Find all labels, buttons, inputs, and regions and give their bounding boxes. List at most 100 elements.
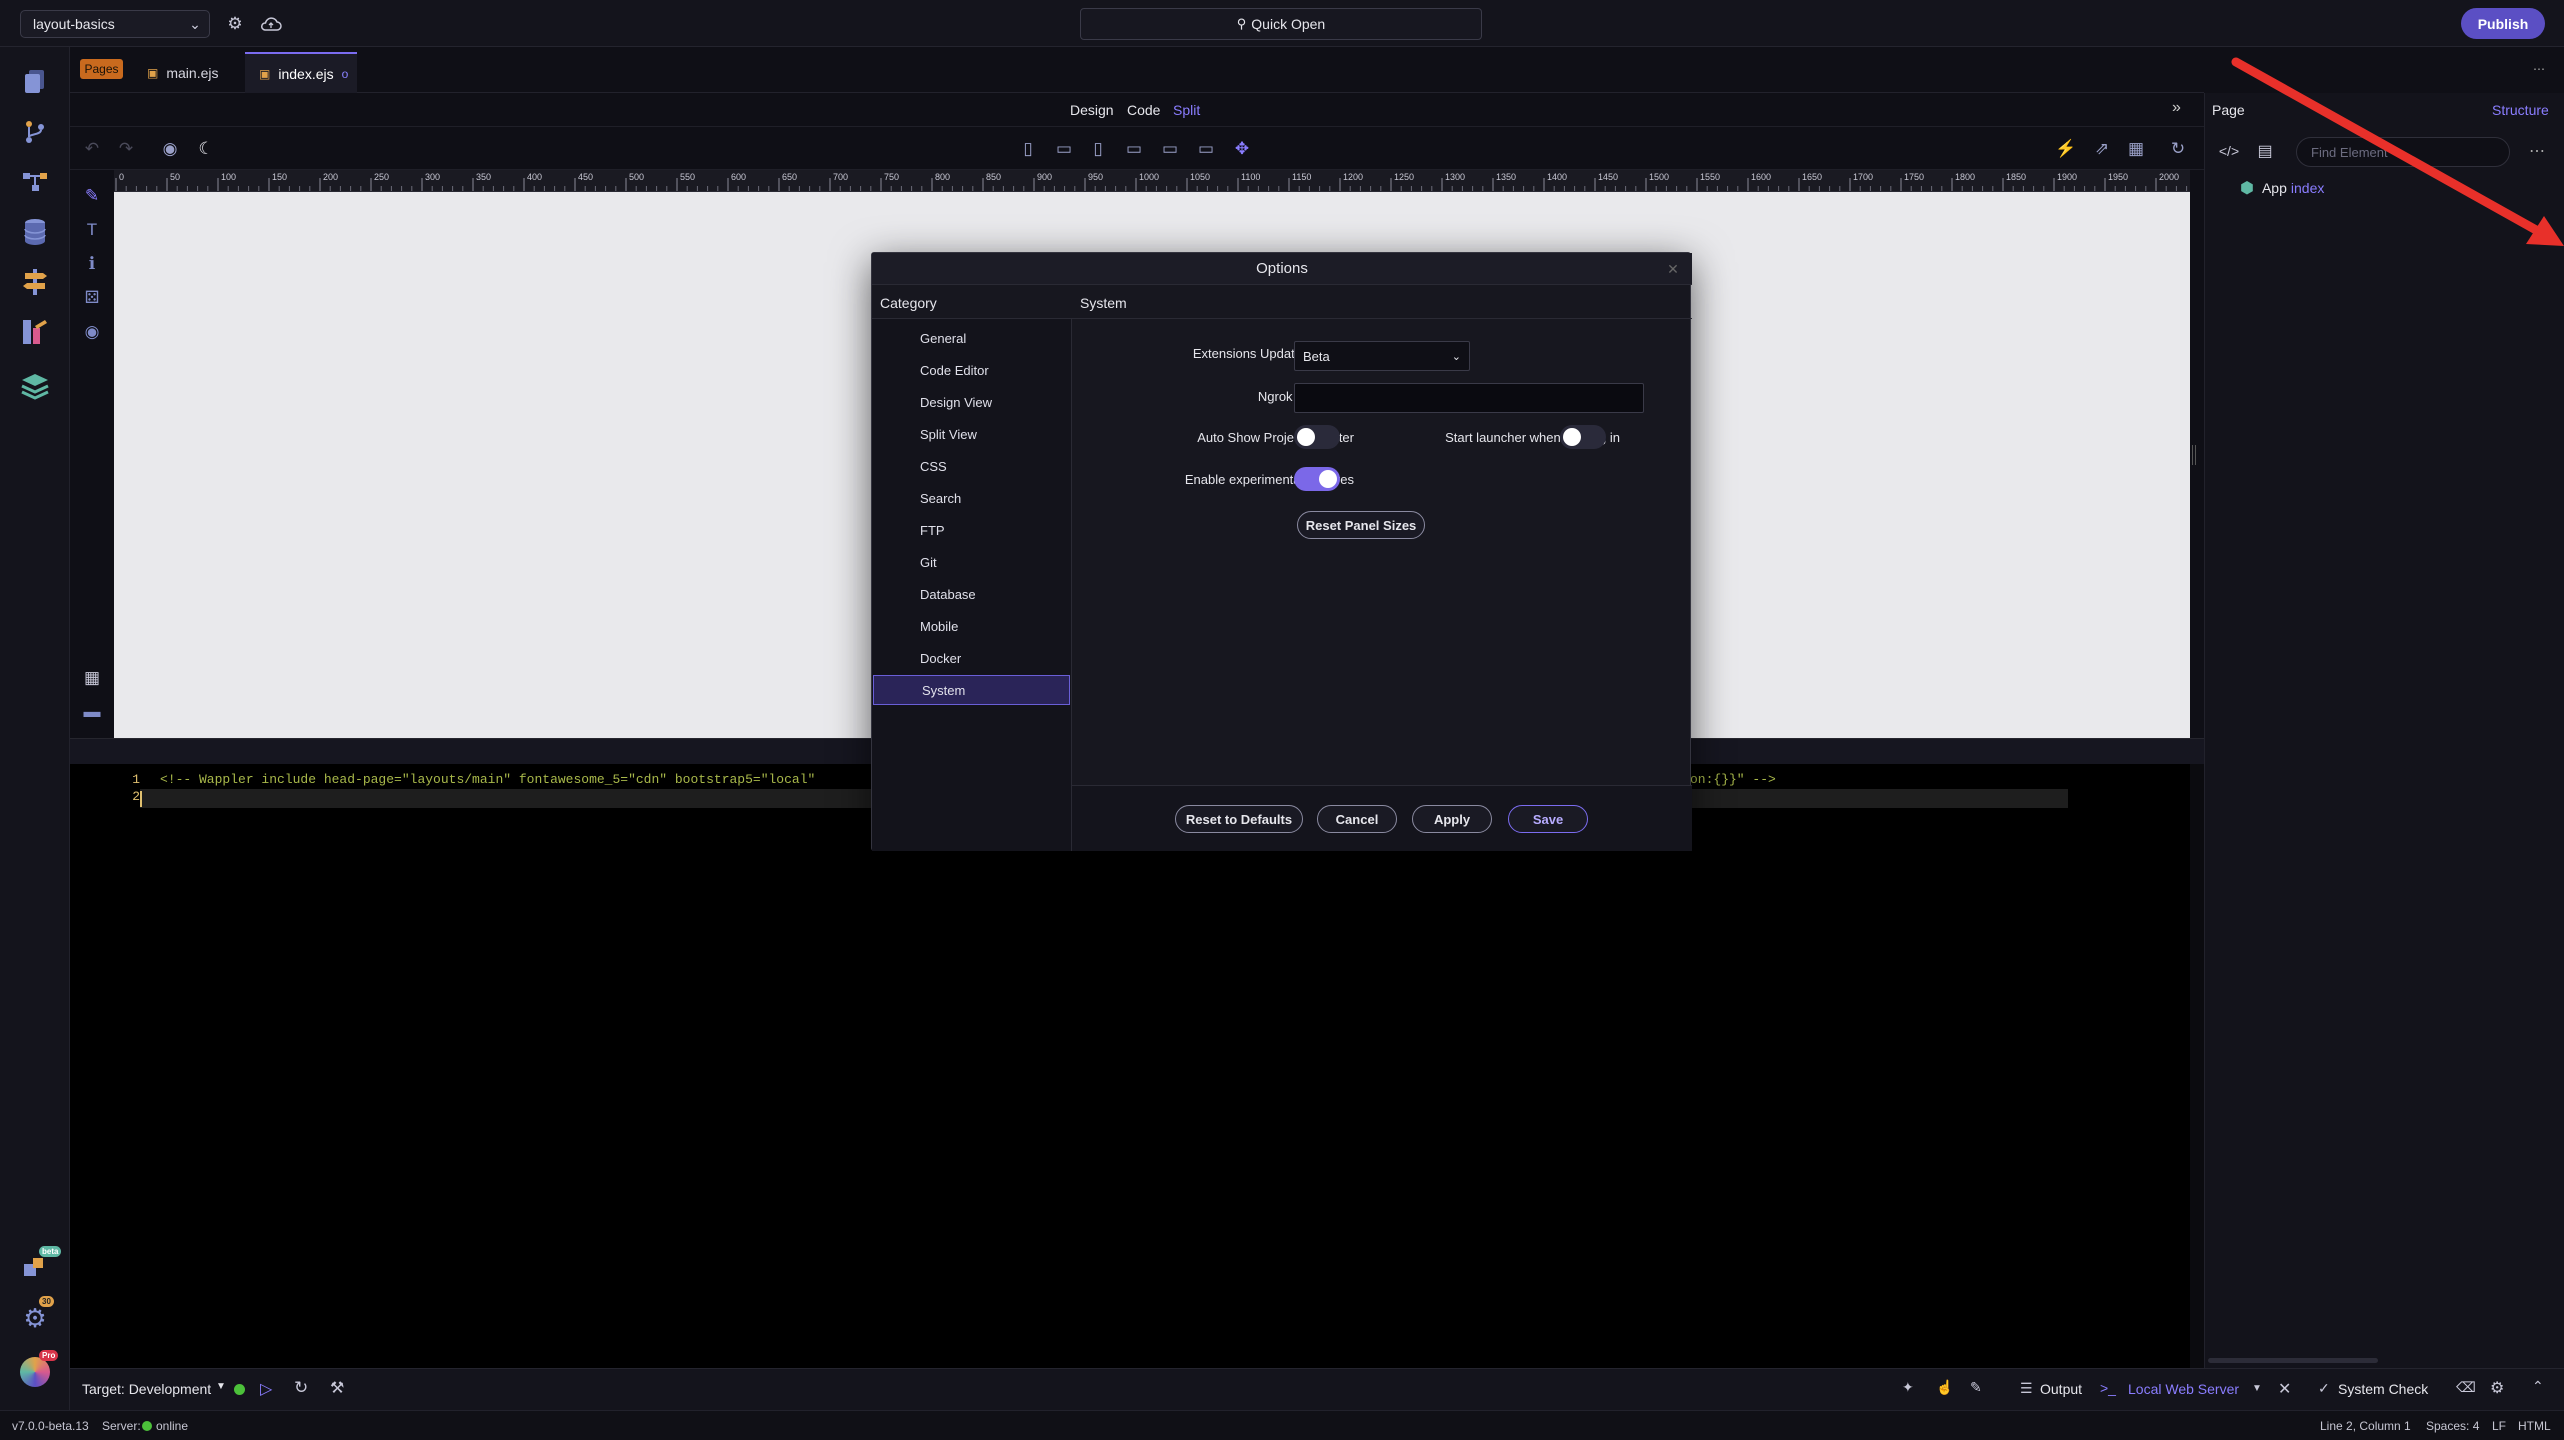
category-item[interactable]: Design View <box>872 387 1070 417</box>
apply-button[interactable]: Apply <box>1412 805 1492 833</box>
brush-icon[interactable]: ✎ <box>1970 1379 1982 1396</box>
resize-handle[interactable] <box>2192 445 2196 465</box>
grid-layout-icon[interactable]: ▦ <box>2124 137 2148 161</box>
eraser-icon[interactable]: ⌫ <box>2456 1379 2476 1396</box>
export-icon[interactable]: ⇗ <box>2090 137 2114 161</box>
category-item[interactable]: Git <box>872 547 1070 577</box>
line-ending[interactable]: LF <box>2492 1419 2506 1433</box>
category-item[interactable]: FTP <box>872 515 1070 545</box>
tab-structure[interactable]: Structure <box>2492 102 2549 118</box>
git-branch-icon[interactable] <box>15 112 55 152</box>
cancel-button[interactable]: Cancel <box>1317 805 1397 833</box>
dark-mode-icon[interactable]: ☾ <box>194 137 218 161</box>
indentation[interactable]: Spaces: 4 <box>2426 1419 2479 1433</box>
find-element-input[interactable]: Find Element <box>2296 137 2510 167</box>
text-icon[interactable]: T <box>80 218 104 242</box>
auto-show-toggle[interactable] <box>1294 425 1340 449</box>
ruler-tick-label: 1150 <box>1292 172 1311 182</box>
code-editor[interactable] <box>70 764 2204 1368</box>
category-item[interactable]: Docker <box>872 643 1070 673</box>
update-channel-select[interactable]: Beta ⌄ <box>1294 341 1470 371</box>
settings-icon[interactable]: ⚙ 30 <box>15 1296 55 1338</box>
grid-icon[interactable]: ▦ <box>80 666 104 690</box>
resource-manager-icon[interactable] <box>15 312 55 352</box>
system-check-button[interactable]: System Check <box>2338 1381 2428 1397</box>
close-icon[interactable]: ✕ <box>2278 1379 2291 1399</box>
category-item[interactable]: Mobile <box>872 611 1070 641</box>
workflow-icon[interactable] <box>15 162 55 202</box>
pages-icon[interactable] <box>15 62 55 102</box>
output-button[interactable]: Output <box>2040 1381 2082 1397</box>
close-icon[interactable]: ✕ <box>1664 260 1682 278</box>
editor-minimap[interactable] <box>2190 764 2204 1368</box>
mobile-landscape-icon[interactable]: ▭ <box>1052 137 1076 161</box>
more-icon[interactable]: ⋯ <box>2528 142 2546 160</box>
cursor-position[interactable]: Line 2, Column 1 <box>2320 1419 2411 1433</box>
category-item[interactable]: CSS <box>872 451 1070 481</box>
panel-scrollbar[interactable] <box>2208 1358 2378 1363</box>
ai-icon[interactable]: ✦ <box>1902 1379 1914 1396</box>
category-item[interactable]: System <box>873 675 1070 705</box>
launcher-toggle[interactable] <box>1560 425 1606 449</box>
design-mode-button[interactable]: Design <box>1070 102 1114 118</box>
category-item[interactable]: Split View <box>872 419 1070 449</box>
category-item[interactable]: General <box>872 323 1070 353</box>
language-mode[interactable]: HTML <box>2518 1419 2551 1433</box>
publish-button[interactable]: Publish <box>2461 8 2545 39</box>
category-item[interactable]: Search <box>872 483 1070 513</box>
collapse-panel-icon[interactable]: » <box>2172 99 2181 117</box>
gear-icon[interactable]: ⚙ <box>224 13 246 35</box>
split-mode-button[interactable]: Split <box>1173 102 1200 118</box>
eye-icon[interactable]: ◉ <box>80 320 104 344</box>
wide-desktop-icon[interactable]: ▭ <box>1194 137 1218 161</box>
local-web-server-button[interactable]: Local Web Server <box>2128 1381 2239 1397</box>
ngrok-authtoken-input[interactable] <box>1294 383 1644 413</box>
pages-tag[interactable]: Pages <box>80 59 123 79</box>
reset-panel-sizes-button[interactable]: Reset Panel Sizes <box>1297 511 1425 539</box>
avatar[interactable]: Pro <box>15 1350 59 1392</box>
reset-defaults-button[interactable]: Reset to Defaults <box>1175 805 1303 833</box>
reload-icon[interactable]: ↻ <box>294 1378 308 1398</box>
tab-index-ejs[interactable]: ▣ index.ejs o <box>245 52 357 93</box>
target-selector[interactable]: Target: Development <box>82 1381 211 1397</box>
chevron-up-icon[interactable]: ⌃ <box>2532 1378 2544 1395</box>
code-icon[interactable]: </> <box>2218 140 2240 162</box>
tablet-icon[interactable]: ▯ <box>1086 137 1110 161</box>
screenshot-icon[interactable]: ◉ <box>158 137 182 161</box>
tab-main-ejs[interactable]: ▣ main.ejs <box>133 52 245 93</box>
run-icon[interactable]: ▷ <box>260 1379 272 1399</box>
info-icon[interactable]: ℹ <box>80 252 104 276</box>
thumbs-up-icon[interactable]: ☝ <box>1936 1379 1953 1396</box>
category-item[interactable]: Database <box>872 579 1070 609</box>
tag-icon[interactable]: ⚄ <box>80 286 104 310</box>
fit-icon[interactable]: ✥ <box>1230 137 1254 161</box>
edit-icon[interactable]: ✎ <box>80 184 104 208</box>
extensions-icon[interactable]: beta <box>15 1246 62 1288</box>
ruler-icon[interactable]: ▬ <box>80 700 104 724</box>
project-selector[interactable]: layout-basics ⌄ <box>20 10 210 38</box>
save-button[interactable]: Save <box>1508 805 1588 833</box>
laptop-icon[interactable]: ▭ <box>1122 137 1146 161</box>
code-mode-button[interactable]: Code <box>1127 102 1160 118</box>
cloud-icon[interactable] <box>258 13 284 35</box>
ruler-tick-label: 100 <box>221 172 236 182</box>
category-item[interactable]: Code Editor <box>872 355 1070 385</box>
redo-icon[interactable]: ↷ <box>114 137 138 161</box>
tab-page[interactable]: Page <box>2212 102 2245 118</box>
quick-open-button[interactable]: ⚲ Quick Open <box>1080 8 1482 40</box>
layers-icon[interactable] <box>15 366 55 406</box>
lightning-icon[interactable]: ⚡ <box>2054 137 2078 161</box>
experimental-toggle[interactable] <box>1294 467 1340 491</box>
more-icon[interactable]: ⋯ <box>2530 62 2548 76</box>
mobile-portrait-icon[interactable]: ▯ <box>1016 137 1040 161</box>
refresh-icon[interactable]: ↻ <box>2166 137 2190 161</box>
tree-item-app[interactable]: ⬢ App index <box>2240 178 2324 198</box>
undo-icon[interactable]: ↶ <box>80 137 104 161</box>
routing-icon[interactable] <box>15 262 55 302</box>
component-icon[interactable]: ▤ <box>2254 140 2276 162</box>
tools-icon[interactable]: ⚒ <box>330 1378 344 1398</box>
database-icon[interactable] <box>15 212 55 252</box>
desktop-icon[interactable]: ▭ <box>1158 137 1182 161</box>
settings-gear-icon[interactable]: ⚙ <box>2490 1378 2504 1398</box>
chevron-down-icon[interactable]: ▼ <box>2252 1383 2262 1394</box>
